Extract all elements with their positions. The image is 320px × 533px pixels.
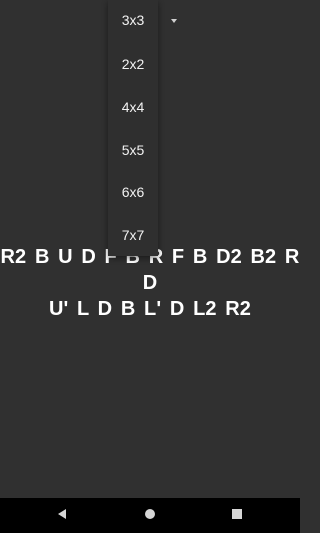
recents-square-icon xyxy=(232,509,242,519)
puzzle-option-3x3[interactable]: 3x3 xyxy=(108,6,158,34)
puzzle-option-7x7[interactable]: 7x7 xyxy=(108,221,158,249)
puzzle-option-6x6[interactable]: 6x6 xyxy=(108,178,158,206)
back-triangle-icon xyxy=(58,509,66,519)
system-nav-bar xyxy=(0,498,300,533)
nav-home-button[interactable] xyxy=(134,498,166,533)
chevron-down-icon[interactable] xyxy=(171,19,177,23)
home-circle-icon xyxy=(145,509,155,519)
nav-recents-button[interactable] xyxy=(221,498,253,533)
puzzle-option-4x4[interactable]: 4x4 xyxy=(108,93,158,121)
timer-screen: R2 B U D F B R F B D2 B2 R D U' L D B L'… xyxy=(0,0,300,498)
puzzle-option-2x2[interactable]: 2x2 xyxy=(108,50,158,78)
scramble-line-2: U' L D B L' D L2 R2 xyxy=(48,298,252,320)
puzzle-select-menu[interactable]: 3x3 2x2 4x4 5x5 6x6 7x7 xyxy=(108,0,158,256)
nav-back-button[interactable] xyxy=(46,498,78,533)
puzzle-option-5x5[interactable]: 5x5 xyxy=(108,136,158,164)
